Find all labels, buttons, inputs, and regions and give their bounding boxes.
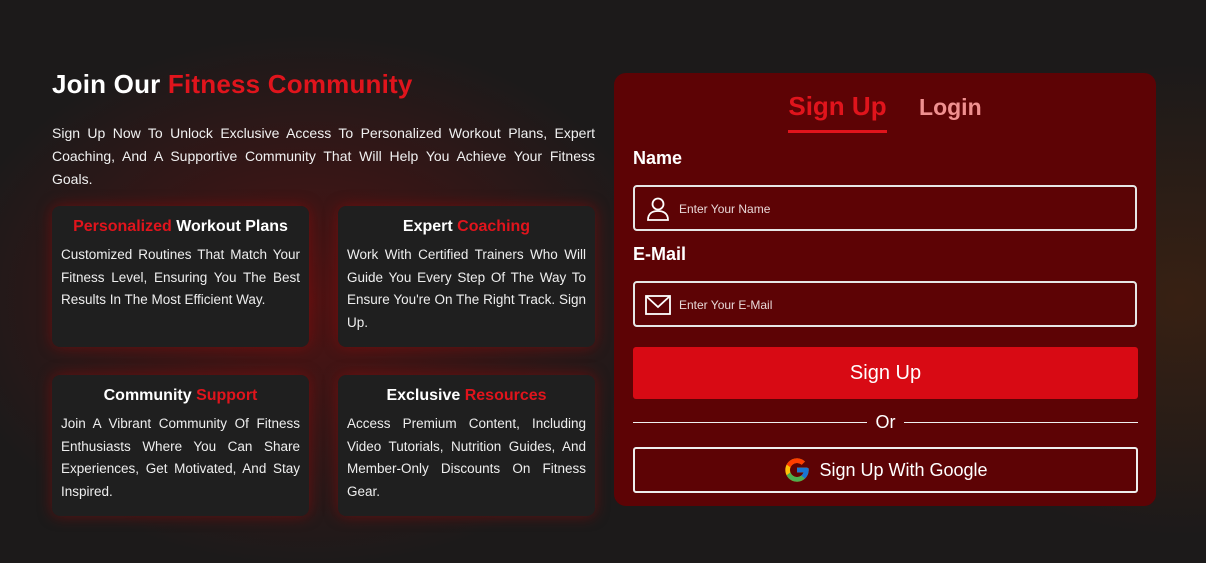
email-label: E-Mail bbox=[633, 244, 687, 264]
feature-title: Personalized Workout Plans bbox=[61, 216, 300, 238]
email-field[interactable] bbox=[633, 281, 1137, 327]
feature-body: Work With Certified Trainers Who Will Gu… bbox=[347, 247, 586, 331]
signup-button[interactable]: Sign Up bbox=[633, 347, 1138, 399]
feature-card-resources: Exclusive Resources Access Premium Conte… bbox=[338, 375, 595, 516]
title-accent: Fitness Community bbox=[167, 69, 413, 99]
feature-title-plain: Expert bbox=[402, 218, 458, 235]
feature-card-coaching: Expert Coaching Work With Certified Trai… bbox=[338, 206, 595, 347]
google-icon bbox=[785, 458, 810, 482]
feature-body: Customized Routines That Match Your Fitn… bbox=[61, 247, 300, 308]
feature-title-plain: Community bbox=[103, 387, 197, 404]
feature-card-personalized: Personalized Workout Plans Customized Ro… bbox=[52, 206, 309, 347]
tab-signup[interactable]: Sign Up bbox=[788, 91, 887, 133]
feature-title: Expert Coaching bbox=[347, 216, 586, 238]
tab-login[interactable]: Login bbox=[919, 94, 982, 129]
feature-title-accent: Personalized bbox=[73, 218, 172, 235]
feature-title-accent: Support bbox=[196, 387, 258, 404]
email-input[interactable] bbox=[677, 291, 1121, 319]
google-signup-button[interactable]: Sign Up With Google bbox=[633, 447, 1138, 493]
page-title: Join Our Fitness Community bbox=[52, 66, 595, 102]
feature-body: Join A Vibrant Community Of Fitness Enth… bbox=[61, 416, 300, 500]
hero-section: Join Our Fitness Community Sign Up Now T… bbox=[52, 66, 595, 191]
mail-icon bbox=[645, 295, 671, 315]
or-divider: Or bbox=[633, 411, 1138, 433]
auth-tabs: Sign Up Login bbox=[614, 91, 1156, 137]
feature-title-plain: Exclusive bbox=[386, 387, 465, 404]
signup-panel: Sign Up Login Name E-Mail Sign Up Or Sig… bbox=[614, 73, 1156, 506]
name-label: Name bbox=[633, 148, 683, 168]
feature-title-accent: Coaching bbox=[457, 218, 531, 235]
hero-description: Sign Up Now To Unlock Exclusive Access T… bbox=[52, 125, 595, 187]
feature-title-accent: Resources bbox=[464, 387, 547, 404]
feature-title-plain: Workout Plans bbox=[171, 218, 288, 235]
feature-card-community: Community Support Join A Vibrant Communi… bbox=[52, 375, 309, 516]
user-icon bbox=[647, 197, 669, 221]
divider-line-right bbox=[904, 422, 1138, 423]
feature-title: Community Support bbox=[61, 385, 300, 407]
feature-title: Exclusive Resources bbox=[347, 385, 586, 407]
name-input[interactable] bbox=[677, 195, 1121, 223]
feature-body: Access Premium Content, Including Video … bbox=[347, 416, 586, 500]
name-field[interactable] bbox=[633, 185, 1137, 231]
google-button-label: Sign Up With Google bbox=[819, 459, 988, 480]
title-plain: Join Our bbox=[52, 69, 168, 99]
